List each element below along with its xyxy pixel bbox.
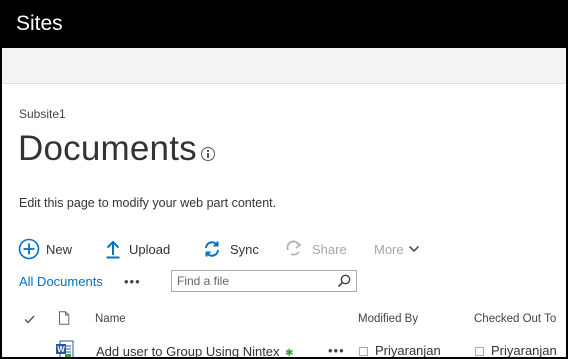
share-icon: [286, 240, 302, 256]
info-icon[interactable]: [201, 147, 215, 161]
breadcrumb[interactable]: Subsite1: [19, 107, 66, 121]
share-button-label: Share: [312, 241, 347, 257]
select-all-checkmark-icon[interactable]: [24, 315, 35, 324]
checked-out-to-user-link[interactable]: Priyaranjan: [491, 343, 557, 357]
presence-indicator: [359, 347, 368, 357]
column-header-checked-out-to[interactable]: Checked Out To: [474, 313, 556, 325]
checked-out-to-cell: Priyaranjan: [475, 343, 557, 357]
new-item-icon: ✱: [285, 348, 294, 359]
sync-icon: [205, 241, 219, 257]
upload-button-label: Upload: [129, 241, 171, 257]
ribbon-bar: [2, 48, 566, 84]
column-header-name[interactable]: Name: [95, 313, 126, 325]
upload-arrow-icon: [106, 240, 120, 259]
word-document-icon: W: [56, 340, 74, 357]
sync-button-label: Sync: [230, 241, 259, 257]
chevron-down-icon: [408, 245, 419, 253]
more-button-label: More: [374, 241, 404, 257]
new-plus-icon: [18, 238, 40, 260]
file-name-link[interactable]: Add user to Group Using Nintex: [96, 344, 280, 357]
table-row[interactable]: Add user to Group Using Nintex ✱: [96, 344, 294, 359]
new-button-label: New: [46, 241, 73, 257]
app-window: Sites Subsite1 Documents Edit this page …: [0, 0, 568, 359]
search-input[interactable]: [177, 273, 327, 289]
document-type-icon: [59, 311, 70, 325]
more-button[interactable]: More: [374, 238, 420, 260]
view-all-documents[interactable]: All Documents: [19, 274, 103, 289]
presence-indicator: [475, 347, 484, 357]
page-title: Documents: [18, 129, 197, 168]
site-title-link[interactable]: Sites: [16, 12, 63, 36]
svg-text:W: W: [57, 345, 65, 354]
web-part-hint: Edit this page to modify your web part c…: [19, 196, 277, 210]
modified-by-cell: Priyaranjan: [359, 343, 441, 357]
modified-by-user-link[interactable]: Priyaranjan: [375, 343, 441, 357]
row-ellipsis-menu[interactable]: •••: [328, 343, 345, 357]
share-button[interactable]: Share: [285, 238, 347, 260]
suite-bar: Sites: [2, 2, 566, 48]
search-icon[interactable]: [337, 274, 351, 288]
new-button[interactable]: New: [18, 238, 72, 260]
upload-button[interactable]: Upload: [105, 238, 170, 260]
sync-button[interactable]: Sync: [203, 238, 259, 260]
search-box[interactable]: [171, 270, 357, 292]
main-content: Subsite1 Documents Edit this page to mod…: [2, 84, 566, 357]
column-header-modified-by[interactable]: Modified By: [358, 313, 418, 325]
view-options-ellipsis[interactable]: •••: [124, 274, 141, 289]
